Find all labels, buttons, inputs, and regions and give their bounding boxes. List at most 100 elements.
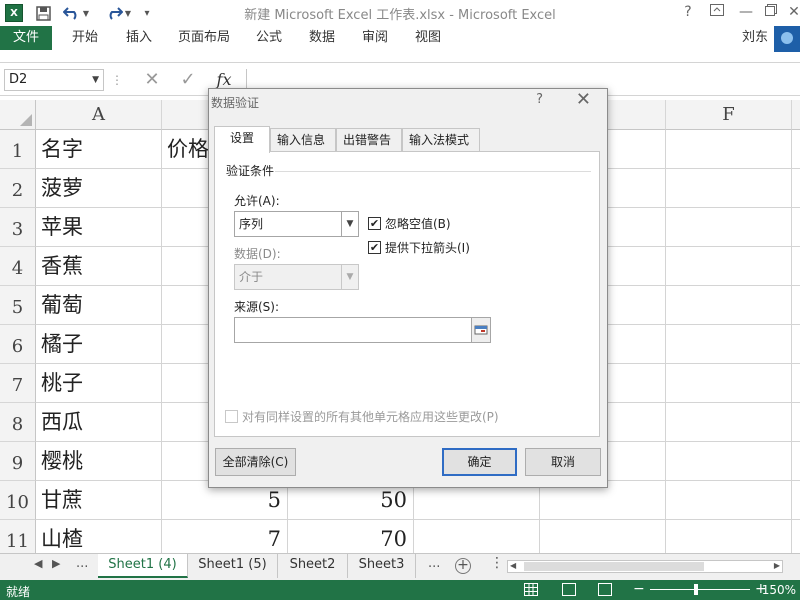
ignore-blank-check-icon[interactable]: ✔ (368, 217, 381, 230)
grid-cell[interactable] (792, 481, 800, 520)
name-box[interactable]: D2 ▼ (4, 69, 104, 91)
tab-insert[interactable]: 插入 (126, 26, 152, 50)
grid-cell[interactable]: 名字 (36, 130, 162, 169)
grid-cell[interactable]: 甘蔗 (36, 481, 162, 520)
page-break-view-icon[interactable] (598, 583, 612, 596)
row-header[interactable]: 11 (0, 520, 36, 553)
grid-cell[interactable] (792, 169, 800, 208)
minimize-icon[interactable]: — (735, 2, 757, 22)
tab-home[interactable]: 开始 (72, 26, 98, 50)
in-cell-dropdown-check-icon[interactable]: ✔ (368, 241, 381, 254)
chevron-down-icon[interactable]: ▼ (341, 212, 358, 236)
row-header[interactable]: 7 (0, 364, 36, 403)
grid-cell[interactable] (792, 403, 800, 442)
row-header[interactable]: 9 (0, 442, 36, 481)
zoom-slider[interactable] (650, 589, 750, 590)
tab-formulas[interactable]: 公式 (256, 26, 282, 50)
row-header[interactable]: 6 (0, 325, 36, 364)
tab-page-layout[interactable]: 页面布局 (178, 26, 230, 50)
row-header[interactable]: 2 (0, 169, 36, 208)
tab-input-message[interactable]: 输入信息 (270, 128, 336, 152)
grid-cell[interactable]: 樱桃 (36, 442, 162, 481)
select-all-button[interactable] (0, 100, 36, 130)
more-options-icon[interactable]: ⋮ (110, 69, 124, 91)
scroll-left-icon[interactable]: ◀ (34, 557, 42, 570)
tab-error-alert[interactable]: 出错警告 (336, 128, 402, 152)
scroll-thumb[interactable] (524, 562, 704, 571)
row-header[interactable]: 1 (0, 130, 36, 169)
grid-cell[interactable] (792, 325, 800, 364)
enter-icon[interactable]: ✓ (176, 69, 200, 91)
chevron-down-icon[interactable]: ▼ (92, 70, 99, 90)
allow-select[interactable]: 序列 ▼ (234, 211, 359, 237)
page-layout-view-icon[interactable] (562, 583, 576, 596)
split-handle-icon[interactable]: ⋮ (490, 555, 504, 571)
zoom-out-icon[interactable]: − (633, 581, 645, 597)
grid-cell[interactable]: 西瓜 (36, 403, 162, 442)
tab-settings[interactable]: 设置 (214, 126, 270, 153)
grid-cell[interactable] (792, 208, 800, 247)
grid-cell[interactable] (666, 520, 792, 553)
grid-cell[interactable] (666, 130, 792, 169)
grid-cell[interactable]: 7 (162, 520, 288, 553)
tab-sheet1-5[interactable]: Sheet1 (5) (188, 554, 278, 578)
grid-cell[interactable]: 橘子 (36, 325, 162, 364)
grid-cell[interactable]: 山楂 (36, 520, 162, 553)
tab-sheet2[interactable]: Sheet2 (278, 554, 348, 578)
grid-cell[interactable] (414, 520, 540, 553)
more-sheets-right[interactable]: ... (428, 556, 440, 571)
restore-icon[interactable] (760, 2, 782, 22)
user-name[interactable]: 刘东 (742, 26, 768, 50)
column-header-g[interactable] (792, 100, 800, 130)
normal-view-icon[interactable] (524, 583, 538, 596)
dialog-help-icon[interactable]: ? (536, 92, 543, 107)
grid-cell[interactable] (666, 325, 792, 364)
grid-cell[interactable]: 香蕉 (36, 247, 162, 286)
tab-sheet3[interactable]: Sheet3 (348, 554, 416, 578)
grid-cell[interactable] (666, 364, 792, 403)
horizontal-scrollbar[interactable]: ◀ ▶ (507, 560, 783, 573)
close-window-icon[interactable]: ✕ (783, 2, 800, 22)
row-header[interactable]: 8 (0, 403, 36, 442)
grid-cell[interactable] (540, 520, 666, 553)
grid-cell[interactable]: 桃子 (36, 364, 162, 403)
tab-review[interactable]: 审阅 (362, 26, 388, 50)
dialog-close-icon[interactable]: ✕ (576, 89, 591, 110)
in-cell-dropdown-checkbox[interactable]: ✔ 提供下拉箭头(I) (368, 239, 470, 256)
add-sheet-icon[interactable]: + (455, 558, 471, 574)
clear-all-button[interactable]: 全部清除(C) (215, 448, 296, 476)
scroll-right-icon[interactable]: ▶ (52, 557, 60, 570)
more-sheets-left[interactable]: ... (76, 556, 88, 571)
zoom-slider-thumb[interactable] (694, 584, 698, 595)
grid-cell[interactable] (666, 286, 792, 325)
grid-cell[interactable] (792, 442, 800, 481)
source-input[interactable] (234, 317, 491, 343)
scroll-left-arrow-icon[interactable]: ◀ (510, 561, 516, 570)
grid-cell[interactable] (792, 286, 800, 325)
scroll-right-arrow-icon[interactable]: ▶ (774, 561, 780, 570)
avatar[interactable] (774, 26, 800, 52)
grid-cell[interactable] (792, 520, 800, 553)
grid-cell[interactable] (792, 364, 800, 403)
grid-cell[interactable] (792, 130, 800, 169)
ignore-blank-checkbox[interactable]: ✔ 忽略空值(B) (368, 215, 451, 232)
tab-sheet1-4[interactable]: Sheet1 (4) (98, 554, 188, 578)
grid-cell[interactable] (666, 247, 792, 286)
column-header-a[interactable]: A (36, 100, 162, 130)
grid-cell[interactable]: 菠萝 (36, 169, 162, 208)
help-icon[interactable]: ? (677, 2, 699, 22)
tab-ime-mode[interactable]: 输入法模式 (402, 128, 480, 152)
grid-cell[interactable] (666, 481, 792, 520)
tab-view[interactable]: 视图 (415, 26, 441, 50)
row-header[interactable]: 5 (0, 286, 36, 325)
grid-cell[interactable] (666, 442, 792, 481)
grid-cell[interactable] (666, 403, 792, 442)
grid-cell[interactable] (666, 169, 792, 208)
ok-button[interactable]: 确定 (442, 448, 517, 476)
ribbon-display-options-icon[interactable] (706, 2, 728, 22)
cancel-entry-icon[interactable]: ✕ (140, 69, 164, 91)
grid-cell[interactable]: 葡萄 (36, 286, 162, 325)
collapse-dialog-icon[interactable] (471, 317, 491, 343)
grid-cell[interactable]: 苹果 (36, 208, 162, 247)
row-header[interactable]: 3 (0, 208, 36, 247)
